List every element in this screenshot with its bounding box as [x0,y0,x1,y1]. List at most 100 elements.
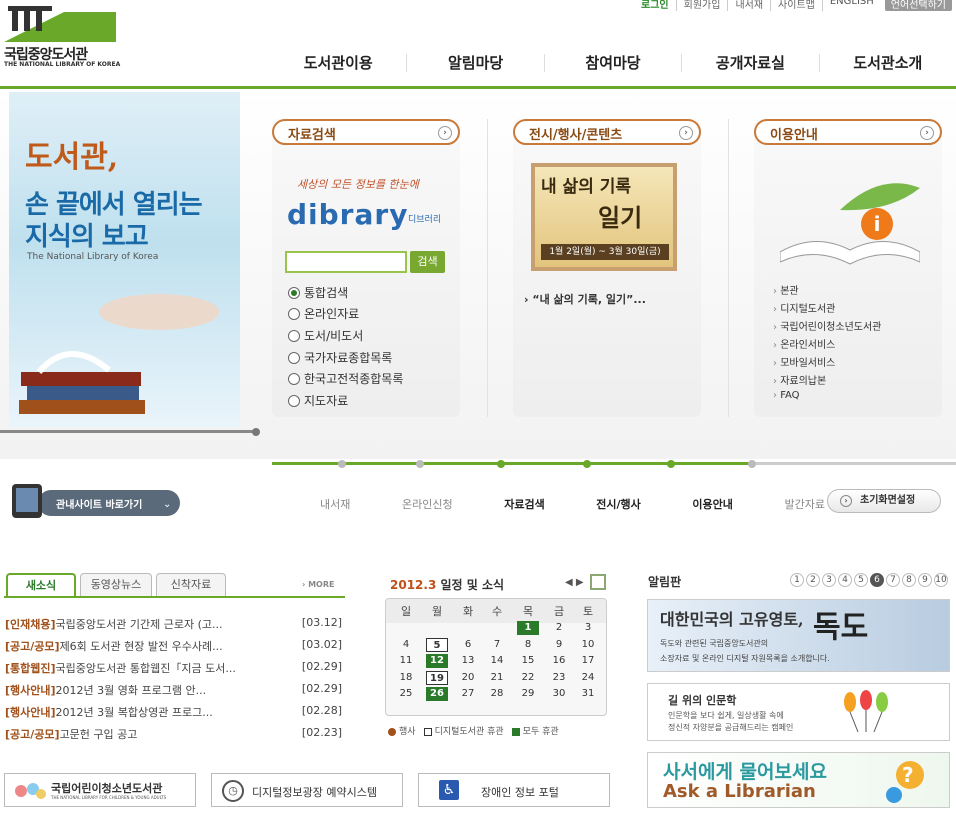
pager-page[interactable]: 6 [870,573,884,587]
disabled-portal-link[interactable]: ♿ 장애인 정보 포털 [418,773,610,807]
calendar-day[interactable]: 7 [486,638,508,652]
calendar-day[interactable]: 28 [486,687,508,701]
digital-reservation-link[interactable]: ◷ 디지털정보광장 예약시스템 [211,773,403,807]
search-button[interactable]: 검색 [410,251,445,273]
reset-home-button[interactable]: › 초기화면설정 [827,489,941,513]
my-library-link[interactable]: 내서재 [727,0,770,11]
calendar-day[interactable]: 21 [486,671,508,685]
radio-icon[interactable] [288,307,300,320]
library-logo-icon[interactable] [4,4,116,42]
news-item[interactable]: [공고/공모]고문헌 구입 공고 [02.23] [5,726,342,742]
calendar-day[interactable]: 5 [426,637,448,652]
children-library-link[interactable]: 국립어린이청소년도서관 THE NATIONAL LIBRARY FOR CHI… [4,773,196,807]
quick-tab-search[interactable]: 자료검색 [504,496,544,512]
radio-icon[interactable] [288,394,300,407]
search-panel-title[interactable]: 자료검색 › [272,119,460,145]
pager-page[interactable]: 2 [806,573,820,587]
calendar-day[interactable]: 11 [395,654,417,668]
tab-video-news[interactable]: 동영상뉴스 [80,573,152,597]
radio-integrated[interactable]: 통합검색 [288,284,348,301]
calendar-day[interactable]: 17 [577,654,599,668]
quick-tab-guide[interactable]: 이용안내 [692,496,732,512]
quick-tab-publications[interactable]: 발간자료 [785,496,825,512]
quick-tab-my-library[interactable]: 내서재 [320,496,350,512]
calendar-day[interactable]: 22 [517,671,539,685]
calendar-day[interactable]: 10 [577,638,599,652]
search-input[interactable] [285,251,407,273]
calendar-day[interactable]: 20 [457,671,479,685]
chevron-right-icon[interactable]: › [438,126,452,140]
calendar-day[interactable]: 25 [395,687,417,701]
news-item[interactable]: [행사안내]2012년 3월 복합상영관 프로그... [02.28] [5,704,342,720]
quick-tab-exhibit[interactable]: 전시/행사 [596,496,641,512]
calendar-day[interactable]: 15 [517,654,539,668]
calendar-day[interactable]: 30 [548,687,570,701]
info-panel-title[interactable]: 이용안내 › [754,119,942,145]
calendar-day[interactable]: 29 [517,687,539,701]
calendar-day[interactable]: 27 [457,687,479,701]
pager-page[interactable]: 5 [854,573,868,587]
more-link[interactable]: › MORE [302,580,334,589]
news-item[interactable]: [행사안내]2012년 3월 영화 프로그램 안... [02.29] [5,682,342,698]
pager-page[interactable]: 7 [886,573,900,587]
pager-page[interactable]: 4 [838,573,852,587]
tab-new-arrivals[interactable]: 신착자료 [156,573,226,597]
tab-news[interactable]: 새소식 [6,573,76,597]
radio-selected-icon[interactable] [288,286,300,299]
info-item-deposit[interactable]: 자료의납본 [773,372,826,387]
news-item[interactable]: [통합웹진]국립중앙도서관 통합웹진「지금 도서... [02.29] [5,660,342,676]
dokdo-banner[interactable]: 대한민국의 고유영토, 독도 독도와 관련된 국립중앙도서관의 소장자료 및 온… [647,599,950,672]
calendar-day[interactable]: 26 [426,687,448,701]
calendar-day[interactable]: 23 [548,671,570,685]
sitemap-link[interactable]: 사이트맵 [770,0,822,11]
language-select-button[interactable]: 언어선택하기 [884,0,952,11]
main-banner[interactable]: 도서관, 손 끝에서 열리는 지식의 보고 The National Libra… [9,92,240,427]
calendar-day[interactable]: 4 [395,638,417,652]
info-item-main[interactable]: 본관 [773,282,798,297]
calendar-grid-icon[interactable] [590,574,606,590]
calendar-day[interactable]: 19 [426,670,448,685]
radio-icon[interactable] [288,329,300,342]
pager-page[interactable]: 9 [918,573,932,587]
calendar-day[interactable]: 18 [395,671,417,685]
nav-participation[interactable]: 참여마당 [543,54,681,72]
join-link[interactable]: 회원가입 [675,0,728,11]
pager-page[interactable]: 3 [822,573,836,587]
english-link[interactable]: ENGLISH [821,0,881,11]
radio-maps[interactable]: 지도자료 [288,392,348,409]
calendar-day[interactable]: 1 [517,621,539,635]
calendar-day[interactable]: 24 [577,671,599,685]
quick-tab-online-request[interactable]: 온라인신청 [402,496,453,512]
radio-national-catalog[interactable]: 국가자료종합목록 [288,349,392,366]
pager-page[interactable]: 10 [934,573,948,587]
ask-librarian-banner[interactable]: 사서에게 물어보세요 Ask a Librarian ? [647,752,950,808]
calendar-day[interactable]: 2 [548,621,570,635]
calendar-day[interactable]: 8 [517,638,539,652]
info-item-online[interactable]: 온라인서비스 [773,336,835,351]
radio-online[interactable]: 온라인자료 [288,305,359,322]
calendar-day[interactable]: 31 [577,687,599,701]
info-item-digital[interactable]: 디지털도서관 [773,300,835,315]
calendar-day[interactable]: 16 [548,654,570,668]
news-item[interactable]: [공고/공모]제6회 도서관 현장 발전 우수사례... [03.02] [5,638,342,654]
nav-public-data[interactable]: 공개자료실 [681,54,818,72]
chevron-right-icon[interactable]: › [920,126,934,140]
radio-classics-catalog[interactable]: 한국고전적종합목록 [288,370,403,387]
humanities-banner[interactable]: 길 위의 인문학 인문학을 보다 쉽게, 일상생활 속에 정신적 자양분을 공급… [647,683,950,741]
radio-icon[interactable] [288,351,300,364]
nav-library-use[interactable]: 도서관이용 [270,54,406,72]
info-item-faq[interactable]: FAQ [773,390,799,401]
nav-notice[interactable]: 알림마당 [406,54,543,72]
info-item-children[interactable]: 국립어린이청소년도서관 [773,318,881,333]
exhibit-link[interactable]: › “내 삶의 기록, 일기”... [524,291,646,307]
calendar-day[interactable]: 6 [457,638,479,652]
radio-icon[interactable] [288,372,300,385]
news-item[interactable]: [인재채용]국립중앙도서관 기간제 근로자 (고... [03.12] [5,616,342,632]
login-link[interactable]: 로그인 [634,0,676,11]
calendar-day[interactable]: 14 [486,654,508,668]
info-item-mobile[interactable]: 모바일서비스 [773,354,835,369]
pager-page[interactable]: 1 [790,573,804,587]
exhibit-panel-title[interactable]: 전시/행사/콘텐츠 › [513,119,701,145]
calendar-day[interactable]: 12 [426,654,448,668]
chevron-right-icon[interactable]: › [679,126,693,140]
